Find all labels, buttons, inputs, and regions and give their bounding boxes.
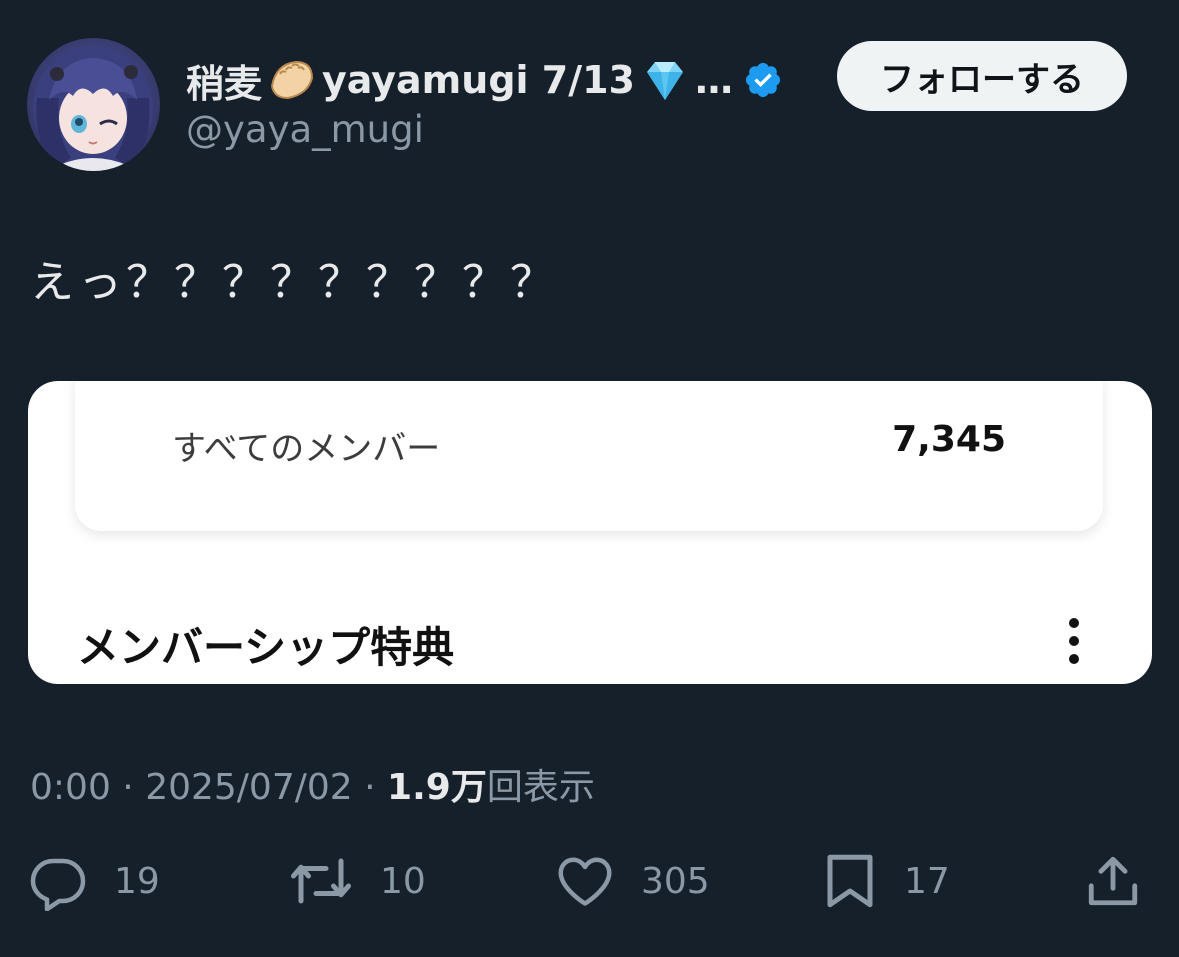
name-ellipsis: … [694,58,733,102]
like-count: 305 [641,860,710,902]
display-name-text: 稍麦 [186,61,263,106]
reply-count: 19 [114,860,160,902]
gem-emoji-icon [641,56,689,104]
bookmark-icon [827,854,873,908]
views-label: 回表示 [486,767,595,808]
share-button[interactable] [1084,850,1142,912]
like-icon [558,857,612,906]
reply-button[interactable]: 19 [28,850,160,912]
bookmark-button[interactable]: 17 [822,850,950,912]
tweet-time[interactable]: 0:00 [30,767,111,808]
follow-button[interactable]: フォローする [837,41,1127,111]
retweet-icon [291,858,351,904]
members-label: すべてのメンバー [172,429,441,469]
display-name-suffix: yayamugi 7/13 [322,58,635,102]
views-unit: 万 [450,767,487,808]
membership-perks-title: メンバーシップ特典 [77,623,455,672]
dumpling-emoji-icon [268,56,316,104]
avatar[interactable] [27,38,160,171]
members-card: すべてのメンバー 7,345 [75,381,1103,531]
tweet-image[interactable]: すべてのメンバー 7,345 メンバーシップ特典 [28,381,1152,684]
share-icon [1088,856,1138,906]
meta-separator: · [364,767,388,808]
views-count: 1.9 [387,767,451,808]
user-handle[interactable]: @yaya_mugi [186,108,424,151]
like-button[interactable]: 305 [555,850,710,912]
bookmark-count: 17 [904,860,950,902]
display-name[interactable]: 稍麦 yayamugi 7/13 … [186,50,783,110]
members-count: 7,345 [892,419,1006,460]
verified-badge-icon [743,60,783,100]
retweet-button[interactable]: 10 [288,850,426,912]
retweet-count: 10 [380,860,426,902]
reply-icon [30,858,86,911]
more-options-icon [1068,617,1080,665]
tweet-text: えっ？？？？？？？？？ [30,257,558,308]
meta-separator: · [122,767,146,808]
tweet-meta: 0:00 · 2025/07/02 · 1.9万回表示 [30,758,595,810]
tweet-date[interactable]: 2025/07/02 [145,767,353,808]
